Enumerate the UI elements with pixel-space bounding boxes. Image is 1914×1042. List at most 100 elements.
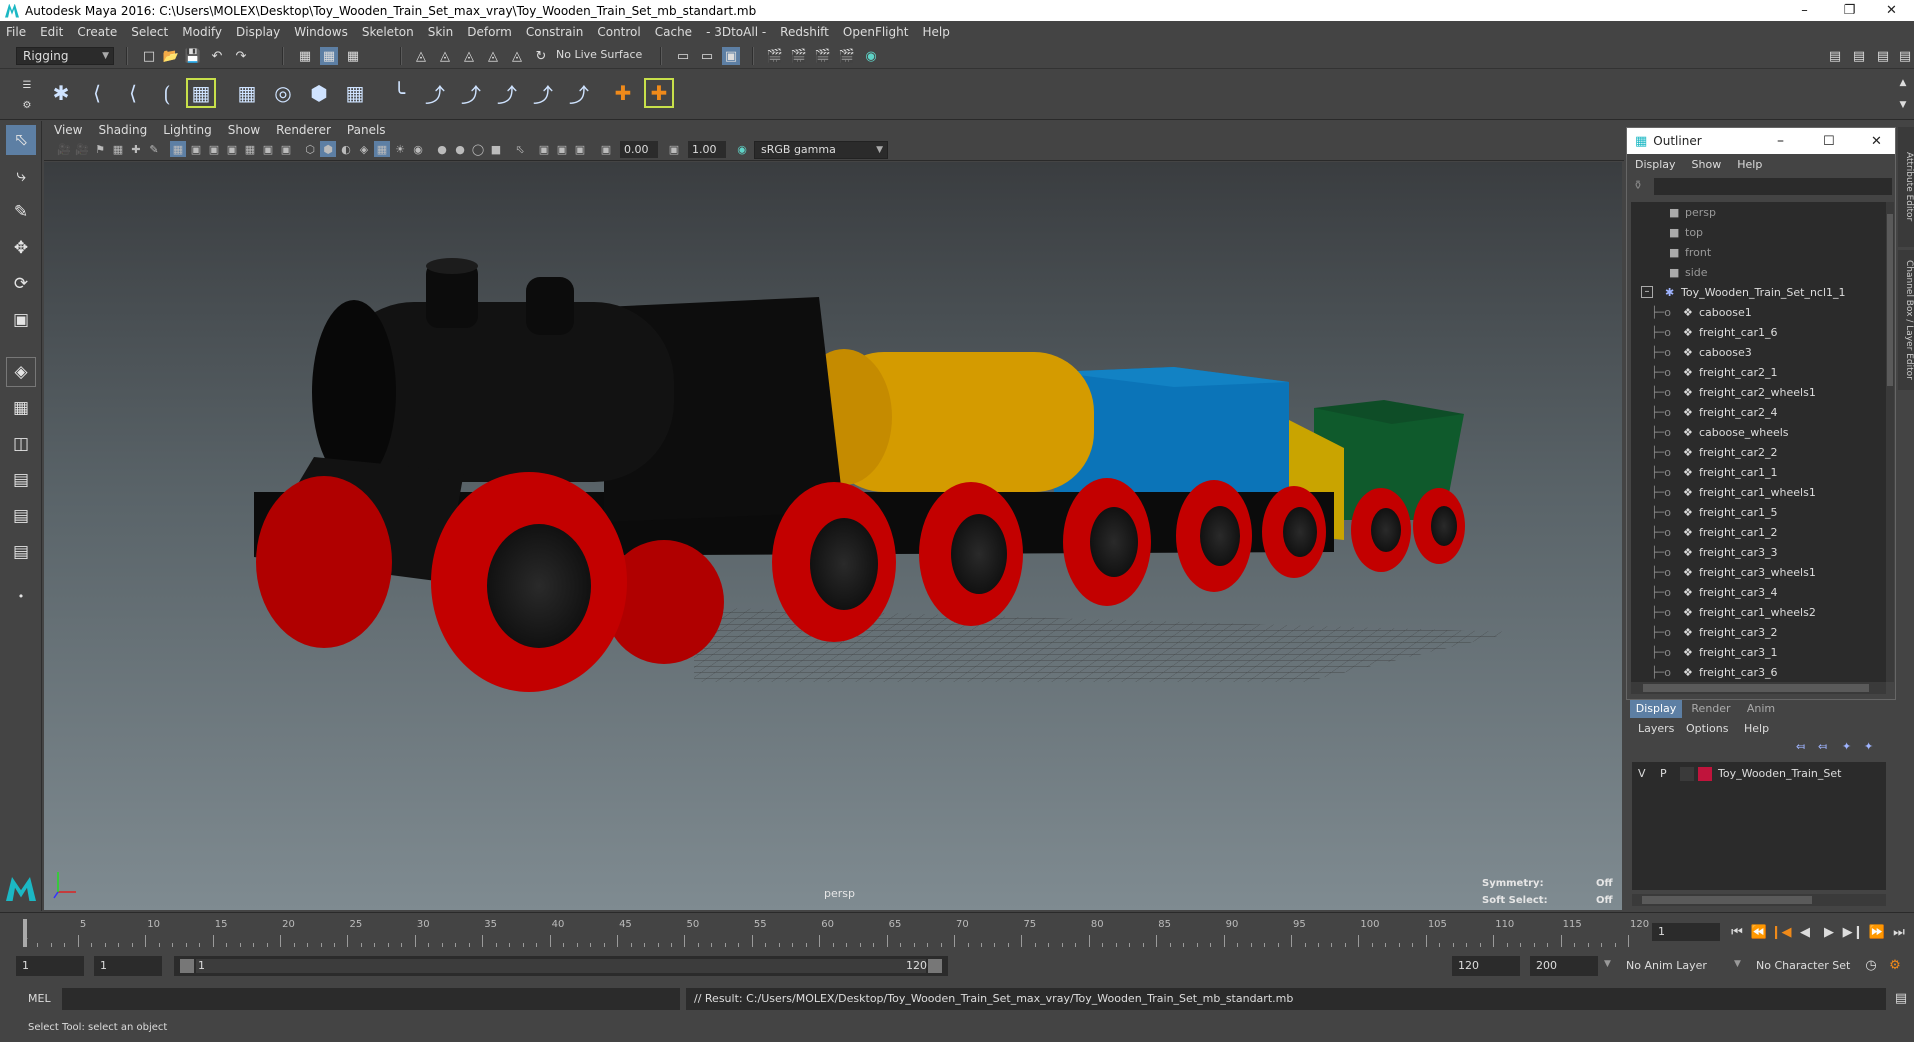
restore-button[interactable]: ❐ xyxy=(1827,0,1872,21)
cluster-icon[interactable]: ⬢ xyxy=(304,78,334,108)
script-editor-icon[interactable]: ▤ xyxy=(1892,989,1910,1007)
select-component-icon[interactable]: ▦ xyxy=(344,47,362,65)
list-item[interactable]: ■ side xyxy=(1631,262,1886,282)
save-scene-icon[interactable]: 💾 xyxy=(184,47,202,65)
four-view-layout-icon[interactable]: ▦ xyxy=(6,393,36,423)
gamma-field[interactable]: 1.00 xyxy=(688,141,726,158)
channel-box-toggle-icon[interactable]: ▤ xyxy=(1850,47,1868,65)
auto-key-icon[interactable]: ◷ xyxy=(1862,956,1880,974)
time-slider[interactable]: 1510152025303540455055606570758085909510… xyxy=(0,912,1914,950)
bookmark-icon[interactable]: ⚑ xyxy=(92,141,108,157)
menu-modify[interactable]: Modify xyxy=(182,25,222,39)
new-layer-selected-icon[interactable]: ✦ xyxy=(1864,740,1873,753)
snap-grid-icon[interactable]: ◬ xyxy=(412,47,430,65)
animation-preferences-icon[interactable]: ⚙ xyxy=(1886,956,1904,974)
scroll-thumb[interactable] xyxy=(1643,684,1869,692)
range-bar[interactable] xyxy=(196,959,926,973)
menu-control[interactable]: Control xyxy=(597,25,640,39)
outliner-menu-help[interactable]: Help xyxy=(1737,158,1762,171)
step-forward-frame-icon[interactable]: ▶❙ xyxy=(1843,923,1864,941)
menu-deform[interactable]: Deform xyxy=(467,25,512,39)
minimize-button[interactable]: – xyxy=(1782,0,1827,21)
shelf-scroll-up-icon[interactable]: ▲ xyxy=(1894,74,1912,92)
camera-attributes-icon[interactable]: 🎥 xyxy=(74,141,90,157)
construction-history-icon[interactable]: ▣ xyxy=(722,47,740,65)
list-item[interactable]: ├─o ❖ caboose3 xyxy=(1631,342,1886,362)
2d-pan-zoom-icon[interactable]: ✚ xyxy=(128,141,144,157)
vp-menu-renderer[interactable]: Renderer xyxy=(276,123,331,137)
outliner-menu-display[interactable]: Display xyxy=(1635,158,1676,171)
custom-layout-icon[interactable]: • xyxy=(6,581,36,611)
shelf-menu-icon[interactable]: ☰ xyxy=(18,76,36,94)
channel-box-tab[interactable]: Channel Box / Layer Editor xyxy=(1898,250,1914,390)
layout-icon[interactable]: ▤ xyxy=(1826,47,1844,65)
perspective-viewport[interactable]: persp Symmetry: Off Soft Select: Off xyxy=(44,162,1622,910)
image-plane-icon[interactable]: ▦ xyxy=(110,141,126,157)
list-item[interactable]: ├─o ❖ freight_car2_4 xyxy=(1631,402,1886,422)
move-layer-down-icon[interactable]: ⤆ xyxy=(1818,740,1827,753)
orient-constraint-icon[interactable]: ⤴ xyxy=(456,78,486,108)
vp-menu-view[interactable]: View xyxy=(54,123,82,137)
isolate-select-icon[interactable]: ⬁ xyxy=(512,141,528,157)
hypershade-layout-icon[interactable]: ▤ xyxy=(6,501,36,531)
step-back-key-icon[interactable]: ⏪ xyxy=(1750,923,1768,941)
layer-horizontal-scrollbar[interactable] xyxy=(1632,894,1886,906)
character-set-dropdown[interactable]: No Character Set xyxy=(1756,959,1850,972)
snap-surface-icon[interactable]: ◬ xyxy=(508,47,526,65)
persp-graph-layout-icon[interactable]: ▤ xyxy=(6,465,36,495)
command-input[interactable] xyxy=(62,988,680,1010)
outliner-search-input[interactable] xyxy=(1654,178,1892,195)
menu-cache[interactable]: Cache xyxy=(655,25,692,39)
list-item[interactable]: ├─o ❖ freight_car2_1 xyxy=(1631,362,1886,382)
current-frame-field[interactable]: 1 xyxy=(1652,923,1720,941)
xray-joints-icon[interactable]: ▣ xyxy=(554,141,570,157)
grease-pencil-icon[interactable]: ✎ xyxy=(146,141,162,157)
color-management-icon[interactable]: ◉ xyxy=(734,141,750,157)
select-camera-icon[interactable]: 🎥 xyxy=(56,141,72,157)
list-item[interactable]: ├─o ❖ freight_car1_6 xyxy=(1631,322,1886,342)
open-scene-icon[interactable]: 📂 xyxy=(162,47,180,65)
use-default-material-icon[interactable]: ◐ xyxy=(338,141,354,157)
vp-menu-shading[interactable]: Shading xyxy=(98,123,147,137)
collapse-icon[interactable]: – xyxy=(1641,286,1653,298)
play-backwards-icon[interactable]: ◀ xyxy=(1796,923,1814,941)
menu-help[interactable]: Help xyxy=(922,25,949,39)
maximize-icon[interactable]: ☐ xyxy=(1823,134,1835,149)
list-item[interactable]: ■ persp xyxy=(1631,202,1886,222)
list-item-group[interactable]: – ✱ Toy_Wooden_Train_Set_ncl1_1 xyxy=(1631,282,1886,302)
list-item[interactable]: ├─o ❖ freight_car3_3 xyxy=(1631,542,1886,562)
list-item[interactable]: ├─o ❖ freight_car1_2 xyxy=(1631,522,1886,542)
list-item[interactable]: ■ top xyxy=(1631,222,1886,242)
outliner-persp-layout-icon[interactable]: ▤ xyxy=(6,537,36,567)
insert-joint-icon[interactable]: ⟮ xyxy=(152,78,182,108)
layers-menu-help[interactable]: Help xyxy=(1744,722,1769,735)
wireframe-on-shaded-icon[interactable]: ◈ xyxy=(356,141,372,157)
gate-mask-icon[interactable]: ▣ xyxy=(224,141,240,157)
menuset-dropdown[interactable]: Rigging ▼ xyxy=(16,47,114,65)
list-item[interactable]: ■ front xyxy=(1631,242,1886,262)
render-current-icon[interactable]: 🎬 xyxy=(790,47,808,65)
playback-toggle[interactable]: P xyxy=(1660,767,1667,780)
hypershade-icon[interactable]: ◉ xyxy=(862,47,880,65)
list-item[interactable]: ├─o ❖ freight_car3_1 xyxy=(1631,642,1886,662)
single-perspective-layout-icon[interactable]: ◈ xyxy=(6,357,36,387)
vp-menu-lighting[interactable]: Lighting xyxy=(163,123,212,137)
pole-vector-icon[interactable]: ⤴ xyxy=(564,78,594,108)
scale-tool-icon[interactable]: ▣ xyxy=(6,305,36,335)
cluster-handle-icon[interactable]: ✚ xyxy=(644,78,674,108)
resolution-gate-icon[interactable]: ▣ xyxy=(206,141,222,157)
menu-openflight[interactable]: OpenFlight xyxy=(843,25,909,39)
command-language-label[interactable]: MEL xyxy=(28,992,51,1005)
shelf-settings-icon[interactable]: ⚙ xyxy=(18,96,36,114)
display-type-toggle[interactable] xyxy=(1680,767,1694,781)
film-gate-icon[interactable]: ▣ xyxy=(188,141,204,157)
snap-view-icon[interactable]: ◬ xyxy=(484,47,502,65)
menu-windows[interactable]: Windows xyxy=(294,25,348,39)
smooth-shade-icon[interactable]: ⬢ xyxy=(320,141,336,157)
list-item[interactable]: ├─o ❖ caboose_wheels xyxy=(1631,422,1886,442)
go-to-end-icon[interactable]: ⏭ xyxy=(1890,923,1908,941)
current-time-indicator[interactable] xyxy=(23,919,27,947)
exposure-field[interactable]: 0.00 xyxy=(620,141,658,158)
list-item[interactable]: ├─o ❖ freight_car1_wheels2 xyxy=(1631,602,1886,622)
bind-skin-icon[interactable]: ▦ xyxy=(186,78,216,108)
